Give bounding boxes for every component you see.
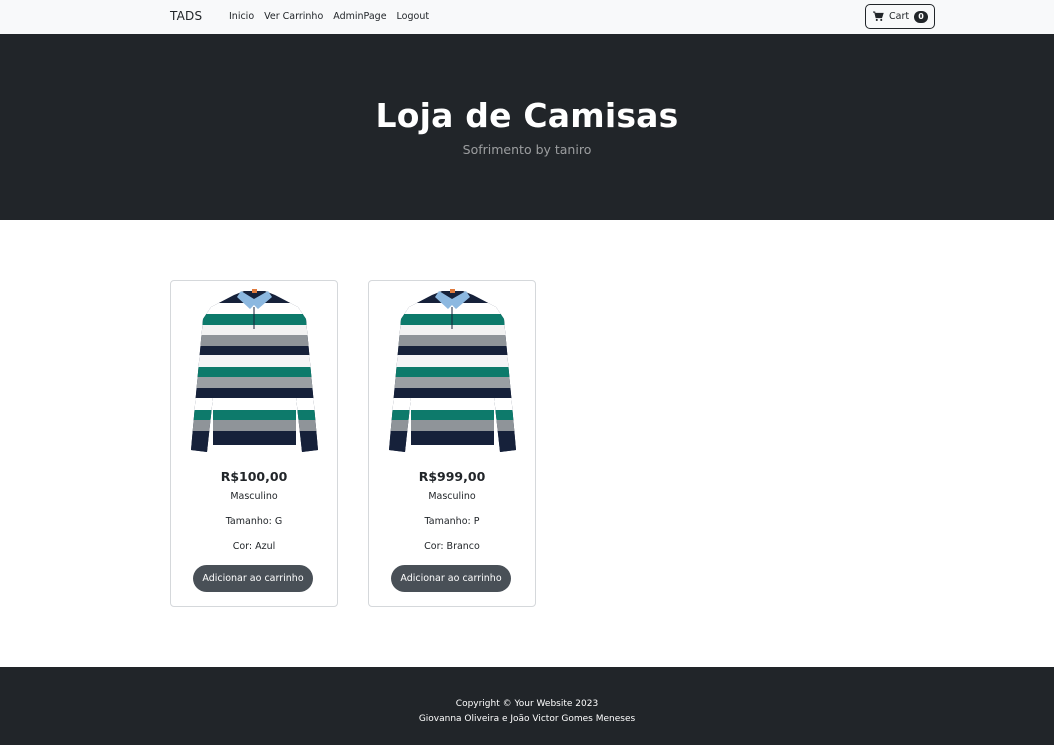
nav-link-inicio[interactable]: Inicio [229,11,254,22]
product-card: R$100,00 Masculino Tamanho: G Cor: Azul … [170,280,338,607]
footer: Copyright © Your Website 2023 Giovanna O… [0,667,1054,745]
product-color: Cor: Azul [232,541,276,552]
product-image [384,285,521,453]
product-price: R$999,00 [418,469,486,484]
nav-link-ver-carrinho[interactable]: Ver Carrinho [264,11,323,22]
product-size: Tamanho: P [424,516,480,527]
footer-authors: Giovanna Oliveira e João Victor Gomes Me… [418,714,636,724]
cart-icon [873,11,884,21]
page-subtitle: Sofrimento by taniro [462,142,592,157]
brand-logo[interactable]: TADS [170,9,202,23]
product-gender: Masculino [230,491,278,502]
product-size: Tamanho: G [225,516,283,527]
cart-label: Cart [889,11,910,22]
page-title: Loja de Camisas [375,96,679,135]
add-to-cart-button[interactable]: Adicionar ao carrinho [391,565,511,592]
nav-link-logout[interactable]: Logout [397,11,430,22]
product-gender: Masculino [428,491,476,502]
footer-copyright: Copyright © Your Website 2023 [455,699,599,709]
nav-link-adminpage[interactable]: AdminPage [333,11,386,22]
cart-count-badge: 0 [914,10,929,23]
nav-links: Inicio Ver Carrinho AdminPage Logout [229,11,439,22]
hero-banner: Loja de Camisas Sofrimento by taniro [0,34,1054,220]
product-card: R$999,00 Masculino Tamanho: P Cor: Branc… [368,280,536,607]
product-color: Cor: Branco [424,541,480,552]
product-image [186,285,323,453]
product-price: R$100,00 [220,469,288,484]
navbar: TADS Inicio Ver Carrinho AdminPage Logou… [0,0,1054,34]
cart-button[interactable]: Cart 0 [865,4,935,29]
add-to-cart-button[interactable]: Adicionar ao carrinho [193,565,313,592]
